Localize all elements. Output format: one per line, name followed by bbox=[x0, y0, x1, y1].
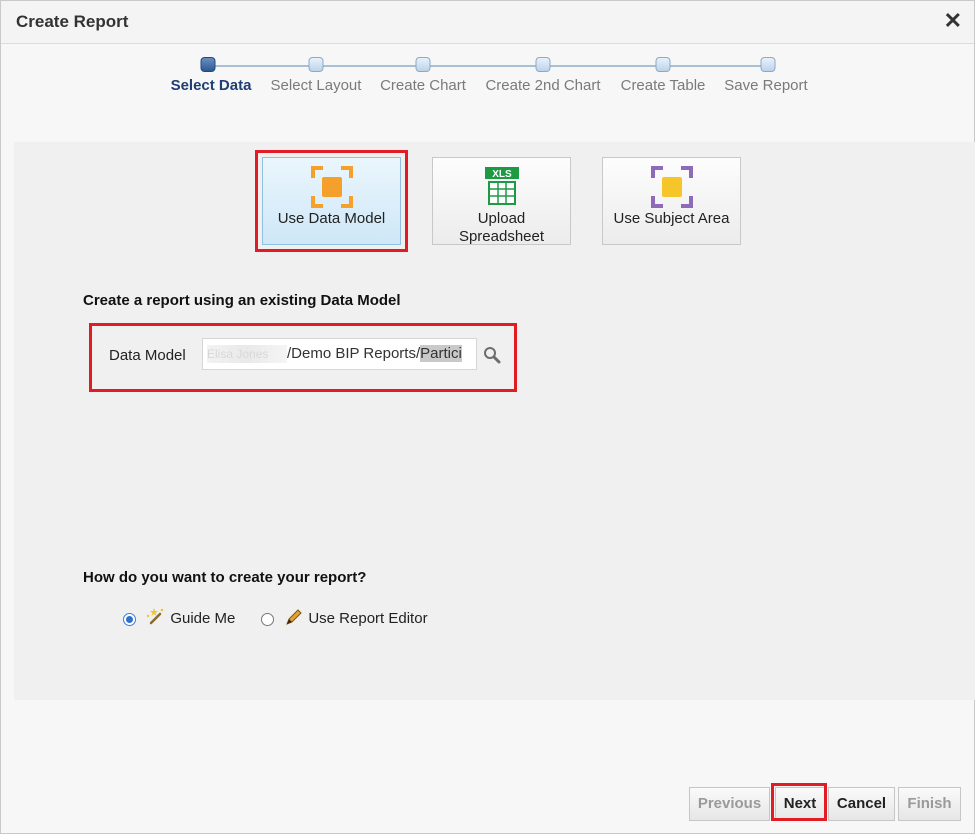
guide-me-option[interactable]: Guide Me bbox=[123, 607, 235, 631]
data-model-icon bbox=[310, 166, 353, 212]
train-label-select-layout[interactable]: Select Layout bbox=[271, 77, 362, 94]
dialog-titlebar: Create Report ✕ bbox=[1, 1, 974, 44]
use-subject-area-label: Use Subject Area bbox=[613, 210, 730, 227]
train-label-save-report[interactable]: Save Report bbox=[724, 77, 807, 94]
train-label-create-2nd-chart[interactable]: Create 2nd Chart bbox=[485, 77, 600, 94]
pencil-icon bbox=[284, 607, 304, 631]
search-icon[interactable] bbox=[483, 346, 501, 369]
train-stop-create-2nd-chart[interactable] bbox=[535, 57, 551, 72]
upload-spreadsheet-label: Upload Spreadsheet bbox=[433, 210, 570, 246]
create-report-dialog: Create Report ✕ Select Data Select Layou… bbox=[0, 0, 975, 834]
cancel-button[interactable]: Cancel bbox=[828, 787, 895, 821]
use-report-editor-option[interactable]: Use Report Editor bbox=[261, 607, 428, 631]
xls-badge: XLS bbox=[492, 169, 512, 180]
train-label-select-data[interactable]: Select Data bbox=[171, 77, 252, 94]
guide-me-radio[interactable] bbox=[123, 612, 136, 626]
obscured-user-name: Elisa Jones bbox=[207, 345, 287, 364]
train-label-create-table[interactable]: Create Table bbox=[621, 77, 706, 94]
data-model-path-selected: Partici bbox=[420, 345, 462, 362]
magic-wand-icon bbox=[146, 607, 166, 631]
train-connector bbox=[208, 65, 768, 67]
use-report-editor-label: Use Report Editor bbox=[308, 609, 428, 627]
upload-spreadsheet-button[interactable]: XLS Upload Spreadsheet bbox=[432, 157, 571, 245]
train-stop-select-layout[interactable] bbox=[308, 57, 324, 72]
dialog-title: Create Report bbox=[16, 12, 129, 31]
train-stop-create-chart[interactable] bbox=[415, 57, 431, 72]
wizard-train: Select Data Select Layout Create Chart C… bbox=[1, 55, 975, 105]
data-model-input[interactable]: Elisa Jones/Demo BIP Reports/Partici bbox=[202, 338, 477, 370]
data-model-path: /Demo BIP Reports/ bbox=[287, 345, 421, 362]
subject-area-icon bbox=[650, 166, 693, 212]
train-stop-create-table[interactable] bbox=[655, 57, 671, 72]
close-icon[interactable]: ✕ bbox=[944, 9, 962, 33]
spreadsheet-icon: XLS bbox=[484, 166, 520, 210]
create-mode-heading: How do you want to create your report? bbox=[83, 569, 367, 586]
finish-button[interactable]: Finish bbox=[898, 787, 961, 821]
use-report-editor-radio[interactable] bbox=[261, 612, 274, 626]
data-model-field-label: Data Model bbox=[109, 347, 186, 364]
upload-label-line2: Spreadsheet bbox=[458, 228, 545, 245]
next-button[interactable]: Next bbox=[775, 787, 825, 821]
train-stop-save-report[interactable] bbox=[760, 57, 776, 72]
upload-label-line1: Upload bbox=[477, 210, 526, 227]
guide-me-label: Guide Me bbox=[170, 609, 236, 627]
use-data-model-button[interactable]: Use Data Model bbox=[262, 157, 401, 245]
previous-button[interactable]: Previous bbox=[689, 787, 770, 821]
use-subject-area-button[interactable]: Use Subject Area bbox=[602, 157, 741, 245]
use-data-model-label: Use Data Model bbox=[277, 210, 386, 227]
train-label-create-chart[interactable]: Create Chart bbox=[380, 77, 466, 94]
train-stop-select-data[interactable] bbox=[200, 57, 216, 72]
data-model-heading: Create a report using an existing Data M… bbox=[83, 292, 401, 309]
